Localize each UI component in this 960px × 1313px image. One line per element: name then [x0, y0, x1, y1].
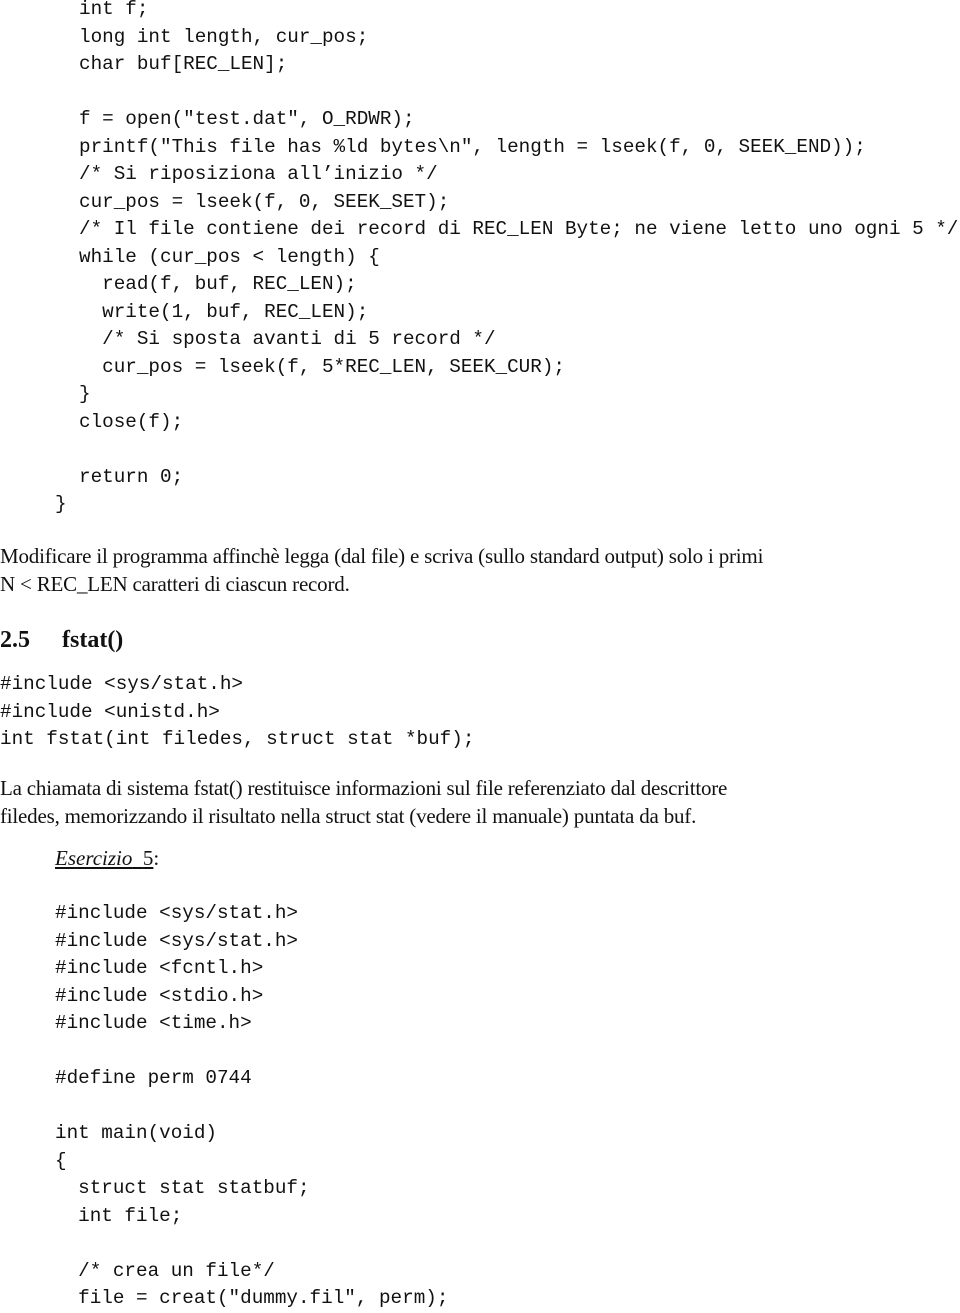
code-line: #define perm 0744 [55, 1067, 252, 1089]
code-line: int file; [55, 1204, 183, 1227]
code-line: char buf[REC_LEN]; [79, 53, 288, 75]
exercise-number-spacer [132, 846, 143, 870]
exercise-suffix: : [153, 846, 160, 870]
code-line: #include <unistd.h> [0, 700, 220, 723]
paragraph-line: filedes, memorizzando il risultato nella… [0, 804, 697, 828]
code-line: read(f, buf, REC_LEN); [79, 273, 357, 295]
code-line: file = creat("dummy.fil", perm); [55, 1287, 449, 1309]
code-line: f = open("test.dat", O_RDWR); [79, 108, 415, 130]
paragraph-line: La chiamata di sistema fstat() restituis… [0, 776, 728, 800]
code-block-main-loop: int f; long int length, cur_pos;char buf[… [79, 0, 958, 491]
code-line: /* Il file contiene dei record di REC_LE… [79, 218, 959, 240]
code-line: #include <sys/stat.h> [0, 673, 243, 695]
code-line: cur_pos = lseek(f, 0, SEEK_SET); [79, 190, 450, 213]
code-line: #include <sys/stat.h> [55, 902, 298, 924]
paragraph-line: N < REC_LEN caratteri di ciascun record. [0, 572, 350, 596]
code-line: #include <stdio.h> [55, 984, 264, 1007]
fstat-description-paragraph: La chiamata di sistema fstat() restituis… [0, 774, 727, 830]
exercise-instructions-paragraph: Modificare il programma affinchè legga (… [0, 542, 763, 598]
code-line: } [79, 383, 91, 405]
code-line: long int length, cur_pos; [79, 25, 369, 48]
paragraph-line: Modificare il programma affinchè legga (… [0, 544, 764, 568]
code-line: int main(void) [55, 1122, 217, 1144]
code-line: write(1, buf, REC_LEN); [79, 300, 369, 323]
section-title: fstat() [62, 627, 124, 653]
code-line: int f; [79, 0, 149, 20]
code-line: #include <time.h> [55, 1012, 252, 1034]
code-line: /* crea un file*/ [55, 1259, 275, 1282]
code-line: printf("This file has %ld bytes\n", leng… [79, 135, 866, 158]
code-line: int fstat(int filedes, struct stat *buf)… [0, 728, 475, 750]
code-block-fstat-signature: #include <sys/stat.h> #include <unistd.h>… [0, 671, 474, 754]
exercise-number: 5 [142, 846, 154, 870]
code-line: } [55, 493, 67, 515]
exercise-label-text: Esercizio [55, 846, 133, 870]
code-closing-brace: } [55, 491, 67, 519]
code-line: while (cur_pos < length) { [79, 245, 380, 268]
code-line: /* Si riposiziona all’inizio */ [79, 163, 438, 185]
code-line: cur_pos = lseek(f, 5*REC_LEN, SEEK_CUR); [79, 355, 565, 378]
section-heading: 2.5 fstat() [0, 627, 123, 654]
code-line: struct stat statbuf; [55, 1177, 310, 1199]
code-line: return 0; [79, 465, 184, 488]
code-line: /* Si sposta avanti di 5 record */ [79, 328, 496, 350]
code-line: #include <sys/stat.h> [55, 929, 298, 952]
code-line: { [55, 1149, 67, 1172]
code-line: close(f); [79, 410, 184, 433]
exercise-label: Esercizio 5: [55, 846, 159, 871]
code-block-exercise-5: #include <sys/stat.h> #include <sys/stat.… [55, 900, 448, 1313]
section-number: 2.5 [0, 627, 30, 653]
code-line: #include <fcntl.h> [55, 957, 264, 979]
